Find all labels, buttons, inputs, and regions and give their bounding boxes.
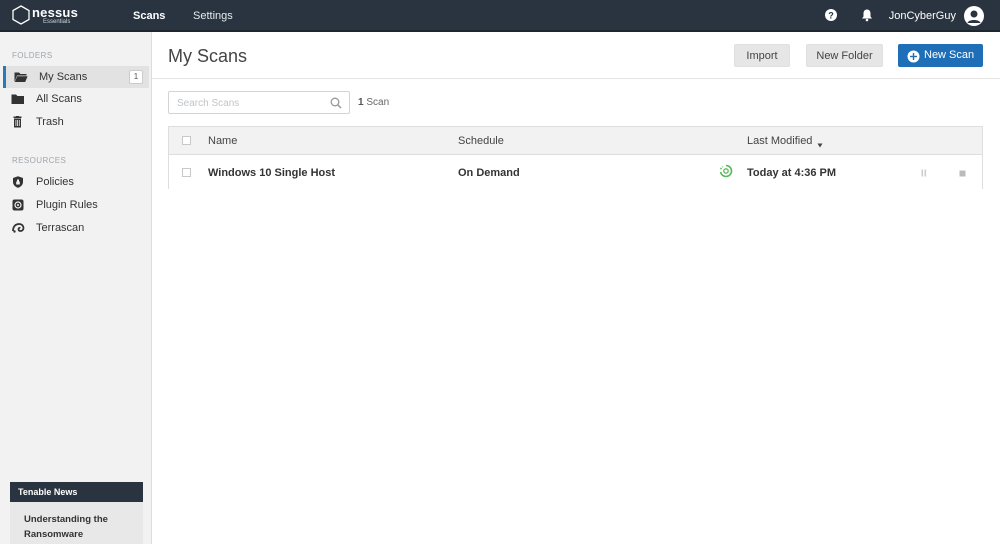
user-avatar-icon[interactable] bbox=[964, 6, 984, 26]
sidebar-item-my-scans[interactable]: My Scans 1 bbox=[3, 66, 149, 88]
new-folder-button[interactable]: New Folder bbox=[806, 44, 883, 67]
plugin-rules-icon bbox=[11, 199, 25, 211]
header-divider bbox=[152, 78, 1000, 79]
search-box bbox=[168, 91, 350, 114]
brand-name: nessus bbox=[32, 5, 79, 20]
sidebar-item-label: Trash bbox=[36, 116, 64, 128]
stop-icon[interactable] bbox=[959, 168, 966, 177]
sidebar: FOLDERS My Scans 1 All Scans Trash RESOU… bbox=[0, 32, 152, 544]
tenable-news-panel: Tenable News Understanding the Ransomwar… bbox=[10, 482, 143, 544]
resources-section-label: RESOURCES bbox=[12, 156, 67, 165]
folders-section-label: FOLDERS bbox=[12, 51, 53, 60]
sidebar-item-label: Plugin Rules bbox=[36, 199, 98, 211]
running-status-icon bbox=[718, 163, 734, 179]
nav-scans[interactable]: Scans bbox=[133, 10, 165, 22]
sort-desc-icon[interactable] bbox=[817, 139, 823, 148]
sidebar-item-label: All Scans bbox=[36, 93, 82, 105]
hexagon-logo-icon bbox=[12, 5, 30, 25]
sidebar-item-label: Terrascan bbox=[36, 222, 85, 234]
help-icon[interactable]: ? bbox=[824, 8, 838, 22]
folder-count-badge: 1 bbox=[129, 70, 143, 84]
row-checkbox[interactable] bbox=[182, 168, 191, 177]
folder-icon bbox=[11, 93, 25, 105]
brand-subtitle: Essentials bbox=[43, 19, 71, 25]
news-title: Tenable News bbox=[10, 482, 143, 502]
top-bar: nessus Essentials Scans Settings ? JonCy… bbox=[0, 0, 1000, 32]
sidebar-item-policies[interactable]: Policies bbox=[3, 171, 149, 193]
table-row[interactable]: Windows 10 Single Host On Demand Today a… bbox=[169, 156, 982, 189]
search-input[interactable] bbox=[177, 96, 327, 110]
new-scan-label: New Scan bbox=[924, 49, 975, 61]
sidebar-item-all-scans[interactable]: All Scans bbox=[3, 88, 149, 110]
bell-icon[interactable] bbox=[860, 8, 874, 22]
nav-settings[interactable]: Settings bbox=[193, 10, 233, 22]
plus-circle-icon bbox=[907, 49, 920, 63]
scan-last-modified: Today at 4:36 PM bbox=[747, 167, 837, 179]
pause-icon[interactable] bbox=[921, 168, 927, 177]
new-scan-button[interactable]: New Scan bbox=[898, 44, 983, 67]
column-header-last-modified[interactable]: Last Modified bbox=[747, 135, 812, 147]
trash-icon bbox=[11, 116, 25, 128]
nessus-logo[interactable]: nessus Essentials bbox=[12, 5, 82, 27]
sidebar-item-trash[interactable]: Trash bbox=[3, 111, 149, 133]
news-headline-link[interactable]: Understanding the Ransomware bbox=[10, 502, 143, 544]
sidebar-item-label: My Scans bbox=[39, 71, 88, 83]
svg-text:?: ? bbox=[828, 11, 834, 21]
sidebar-item-label: Policies bbox=[36, 176, 74, 188]
page-title: My Scans bbox=[168, 46, 248, 66]
table-header: Name Schedule Last Modified bbox=[169, 127, 982, 155]
scan-count-number: 1 bbox=[358, 97, 364, 108]
sidebar-item-terrascan[interactable]: Terrascan bbox=[3, 217, 149, 239]
select-all-checkbox[interactable] bbox=[182, 136, 191, 145]
sidebar-item-plugin-rules[interactable]: Plugin Rules bbox=[3, 194, 149, 216]
folder-open-icon bbox=[14, 71, 28, 83]
scan-count: 1 Scan bbox=[358, 97, 389, 108]
scan-count-unit: Scan bbox=[366, 97, 390, 108]
import-button[interactable]: Import bbox=[734, 44, 790, 67]
scans-table: Name Schedule Last Modified Windows 10 S… bbox=[168, 126, 983, 189]
search-icon[interactable] bbox=[330, 97, 342, 109]
terrascan-icon bbox=[11, 222, 25, 234]
shield-icon bbox=[11, 176, 25, 188]
column-header-schedule[interactable]: Schedule bbox=[458, 135, 504, 147]
scan-name[interactable]: Windows 10 Single Host bbox=[208, 167, 335, 179]
username[interactable]: JonCyberGuy bbox=[889, 10, 956, 22]
column-header-name[interactable]: Name bbox=[208, 135, 237, 147]
scan-schedule: On Demand bbox=[458, 167, 520, 179]
